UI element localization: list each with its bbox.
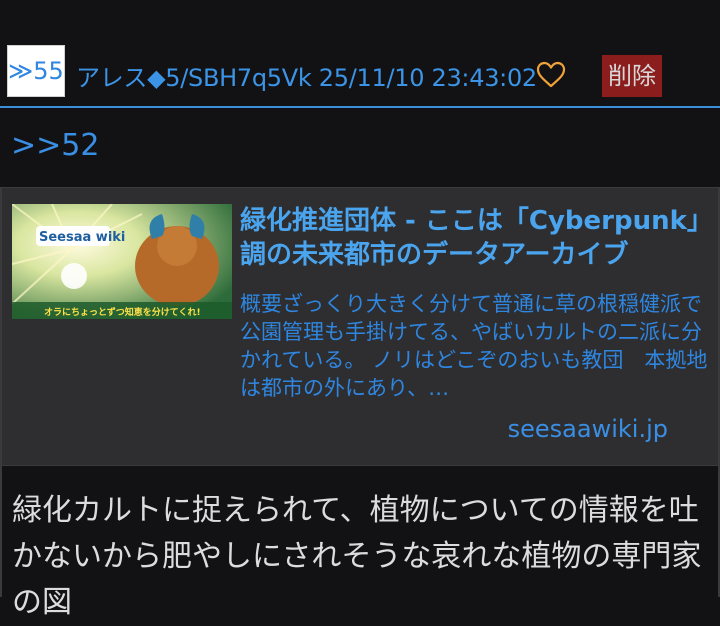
delete-button[interactable]: 削除 [602, 55, 662, 97]
thumbnail-image: Seesaa wiki オラにちょっとずつ知恵を分けてくれ! [12, 204, 232, 319]
link-preview-card[interactable]: Seesaa wiki オラにちょっとずつ知恵を分けてくれ! 緑化推進団体 - … [2, 187, 718, 466]
link-thumbnail[interactable]: Seesaa wiki オラにちょっとずつ知恵を分けてくれ! [12, 204, 232, 319]
link-domain[interactable]: seesaawiki.jp [508, 415, 668, 443]
poster-info[interactable]: アレス◆5/SBH7q5Vk 25/11/10 23:43:02 [76, 58, 537, 93]
res-number-button[interactable]: ≫55 [7, 45, 65, 97]
thumbnail-logo: Seesaa wiki [39, 230, 125, 245]
link-description: 概要ざっくり大きく分けて普通に草の根穏健派で公園管理も手掛けてる、やばいカルトの… [240, 292, 708, 400]
thumbnail-caption: オラにちょっとずつ知恵を分けてくれ! [44, 306, 201, 318]
post-body-text: 緑化カルトに捉えられて、植物についての情報を吐かないから肥やしにされそうな哀れな… [12, 493, 702, 620]
post-header: ≫55 アレス◆5/SBH7q5Vk 25/11/10 23:43:02 削除 [0, 40, 720, 108]
link-title[interactable]: 緑化推進団体 - ここは「Cyberpunk」調の未来都市のデータアーカイブ [240, 204, 710, 272]
reply-anchor-link[interactable]: >>52 [11, 128, 99, 163]
heart-icon[interactable] [536, 60, 566, 90]
